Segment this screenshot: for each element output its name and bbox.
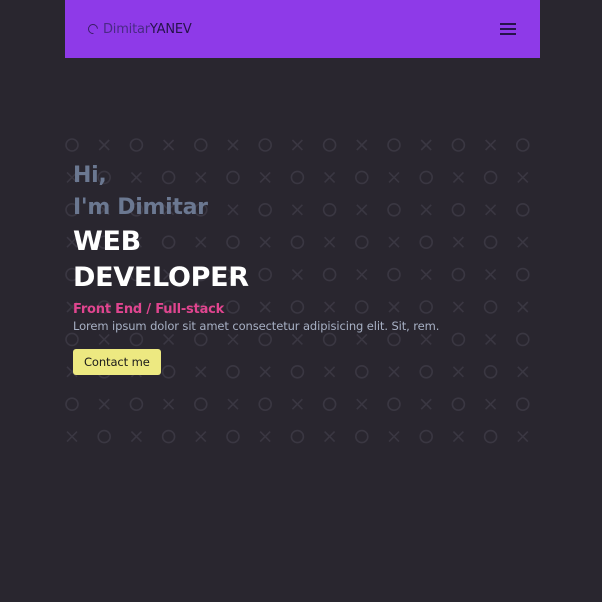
pattern-o-icon xyxy=(65,138,79,152)
hero-section: Hi, I'm Dimitar WEB DEVELOPER Front End … xyxy=(73,160,533,375)
title-line-2: DEVELOPER xyxy=(73,262,249,293)
pattern-o-icon xyxy=(65,397,79,412)
pattern-x-icon xyxy=(452,431,464,443)
pattern-x-icon xyxy=(356,139,368,151)
pattern-x-icon xyxy=(291,139,303,151)
pattern-o-icon xyxy=(387,138,401,152)
pattern-x-icon xyxy=(420,139,432,151)
pattern-o-icon xyxy=(290,429,305,444)
navbar: DimitarYANEV xyxy=(65,0,540,58)
greeting-line-2: I'm Dimitar xyxy=(73,195,208,220)
pattern-x-icon xyxy=(66,431,78,443)
hero-description: Lorem ipsum dolor sit amet consectetur a… xyxy=(73,319,440,333)
pattern-x-icon xyxy=(163,139,175,151)
pattern-x-icon xyxy=(98,139,110,151)
spinner-circle-icon xyxy=(85,21,101,37)
pattern-o-icon xyxy=(194,397,208,412)
pattern-o-icon xyxy=(161,429,176,444)
contact-me-button[interactable]: Contact me xyxy=(73,349,161,375)
greeting-line-1: Hi, xyxy=(73,163,107,188)
logo-first-name: Dimitar xyxy=(103,21,150,37)
title-line-1: WEB xyxy=(73,226,141,257)
logo[interactable]: DimitarYANEV xyxy=(85,21,192,37)
pattern-o-icon xyxy=(226,429,240,444)
pattern-x-icon xyxy=(195,431,207,443)
logo-text: DimitarYANEV xyxy=(103,22,192,37)
pattern-x-icon xyxy=(227,398,239,410)
pattern-o-icon xyxy=(387,397,401,412)
pattern-x-icon xyxy=(227,139,239,151)
pattern-x-icon xyxy=(388,431,400,443)
pattern-o-icon xyxy=(354,429,369,444)
pattern-o-icon xyxy=(515,397,530,412)
pattern-x-icon xyxy=(485,139,497,151)
pattern-x-icon xyxy=(420,398,432,410)
pattern-o-icon xyxy=(258,138,272,152)
menu-bar xyxy=(500,33,516,35)
pattern-x-icon xyxy=(130,431,142,443)
pattern-o-icon xyxy=(451,138,466,152)
page: DimitarYANEV Hi, I'm Dimitar WEB DEVELOP… xyxy=(0,0,602,602)
menu-bar xyxy=(500,28,516,30)
hamburger-menu-icon[interactable] xyxy=(500,23,516,35)
pattern-x-icon xyxy=(485,398,497,410)
pattern-o-icon xyxy=(322,397,337,412)
pattern-x-icon xyxy=(324,431,336,443)
pattern-o-icon xyxy=(322,138,337,152)
pattern-x-icon xyxy=(291,398,303,410)
pattern-o-icon xyxy=(515,138,530,152)
pattern-x-icon xyxy=(259,431,271,443)
hero-subtitle: Front End / Full-stack xyxy=(73,302,225,317)
pattern-x-icon xyxy=(517,431,529,443)
pattern-x-icon xyxy=(356,398,368,410)
pattern-o-icon xyxy=(258,397,272,412)
logo-last-name: YANEV xyxy=(149,21,192,37)
pattern-o-icon xyxy=(451,397,466,412)
pattern-o-icon xyxy=(97,429,112,444)
pattern-x-icon xyxy=(98,398,110,410)
pattern-x-icon xyxy=(163,398,175,410)
pattern-o-icon xyxy=(129,397,144,412)
pattern-o-icon xyxy=(419,429,434,444)
menu-bar xyxy=(500,23,516,25)
pattern-o-icon xyxy=(483,429,498,444)
pattern-o-icon xyxy=(194,138,208,152)
pattern-o-icon xyxy=(129,138,144,152)
